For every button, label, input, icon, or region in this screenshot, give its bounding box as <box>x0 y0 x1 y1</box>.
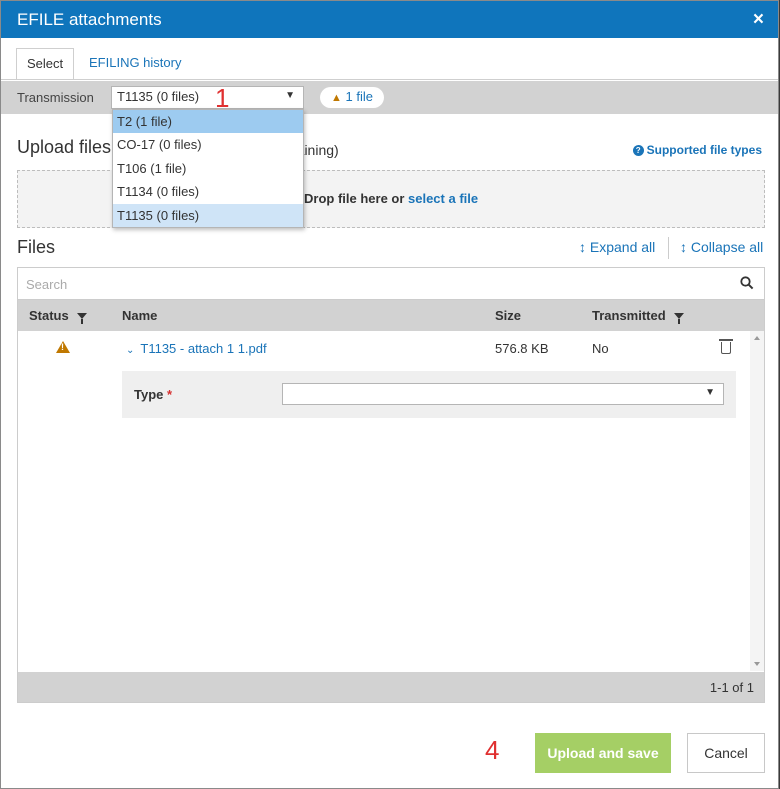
filter-icon[interactable] <box>673 313 684 324</box>
grid-search-bar <box>18 268 764 300</box>
upload-files-heading: Upload files <box>17 137 112 157</box>
dialog-title-bar: EFILE attachments × <box>1 1 778 38</box>
file-size: 576.8 KB <box>495 341 549 356</box>
efile-attachments-dialog: EFILE attachments × Select EFILING histo… <box>0 0 779 789</box>
transmitted-header-label: Transmitted <box>592 308 666 323</box>
tab-bar: Select EFILING history <box>1 38 778 80</box>
files-grid: Status Name Size Transmitted ⌄ T1135 - at… <box>17 267 765 703</box>
file-name-text: T1135 - attach 1 1.pdf <box>140 341 267 356</box>
file-detail-panel: Type * ▼ <box>122 371 736 418</box>
column-header-size[interactable]: Size <box>495 308 521 323</box>
expand-all-label: Expand all <box>589 239 656 255</box>
collapse-all-button[interactable]: ↕ Collapse all <box>680 239 763 255</box>
file-count-badge[interactable]: ▲ 1 file <box>320 87 384 108</box>
file-name-link[interactable]: ⌄ T1135 - attach 1 1.pdf <box>126 341 267 356</box>
annotation-marker-4: 4 <box>485 735 500 765</box>
warning-icon <box>56 341 70 353</box>
vertical-scrollbar[interactable] <box>750 331 764 671</box>
pagination-info: 1-1 of 1 <box>709 680 754 695</box>
chevron-down-icon[interactable]: ⌄ <box>126 345 134 356</box>
scroll-down-arrow-icon[interactable] <box>754 662 760 666</box>
warning-icon: ▲ <box>331 92 342 104</box>
required-marker: * <box>167 387 173 402</box>
column-header-status[interactable]: Status <box>29 308 87 324</box>
status-header-label: Status <box>29 308 69 323</box>
upload-and-save-button[interactable]: Upload and save <box>535 733 671 773</box>
supported-file-types-label: Supported file types <box>646 143 762 157</box>
tab-efiling-history[interactable]: EFILING history <box>79 48 191 80</box>
search-input[interactable] <box>26 274 716 294</box>
dialog-title: EFILE attachments <box>17 10 162 29</box>
transmission-select[interactable]: T1135 (0 files) ▼ <box>111 86 304 109</box>
file-transmitted: No <box>592 341 609 356</box>
transmission-label: Transmission <box>17 90 94 105</box>
help-icon: ? <box>632 145 644 156</box>
filter-icon[interactable] <box>76 313 87 324</box>
table-row[interactable]: ⌄ T1135 - attach 1 1.pdf 576.8 KB No <box>18 331 750 365</box>
dropdown-option[interactable]: T106 (1 file) <box>113 157 303 180</box>
column-header-transmitted[interactable]: Transmitted <box>592 308 684 324</box>
type-label: Type * <box>134 387 172 402</box>
close-icon[interactable]: × <box>753 9 764 31</box>
chevron-down-icon: ▼ <box>705 387 715 398</box>
dropdown-option[interactable]: CO-17 (0 files) <box>113 133 303 156</box>
files-heading: Files <box>17 237 56 257</box>
tab-select[interactable]: Select <box>16 48 75 80</box>
tab-divider <box>1 79 778 80</box>
dropdown-option[interactable]: T1135 (0 files) <box>113 203 303 227</box>
expand-all-button[interactable]: ↕ Expand all <box>579 239 655 255</box>
trash-icon[interactable] <box>719 339 733 354</box>
supported-file-types-link[interactable]: ? Supported file types <box>632 143 762 157</box>
toolbar-divider <box>668 237 669 259</box>
type-label-text: Type <box>134 387 164 402</box>
collapse-icon: ↕ <box>680 239 687 255</box>
transmission-dropdown-menu: T2 (1 file) CO-17 (0 files) T106 (1 file… <box>112 109 304 228</box>
type-select[interactable]: ▼ <box>282 383 724 405</box>
select-file-link[interactable]: select a file <box>408 191 478 206</box>
grid-footer: 1-1 of 1 <box>18 672 764 702</box>
cancel-button[interactable]: Cancel <box>687 733 765 773</box>
expand-icon: ↕ <box>579 239 586 255</box>
grid-header-row: Status Name Size Transmitted <box>18 300 764 331</box>
drop-zone-text: Drop file here or <box>304 191 405 206</box>
transmission-selected-value: T1135 (0 files) <box>117 89 200 104</box>
dropdown-option[interactable]: T2 (1 file) <box>113 110 303 134</box>
collapse-all-label: Collapse all <box>690 239 764 255</box>
file-count-label: 1 file <box>345 89 373 104</box>
column-header-name[interactable]: Name <box>122 308 157 323</box>
dropdown-option[interactable]: T1134 (0 files) <box>113 180 303 203</box>
search-icon[interactable] <box>740 276 754 290</box>
chevron-down-icon: ▼ <box>285 90 295 101</box>
scroll-up-arrow-icon[interactable] <box>754 336 760 340</box>
